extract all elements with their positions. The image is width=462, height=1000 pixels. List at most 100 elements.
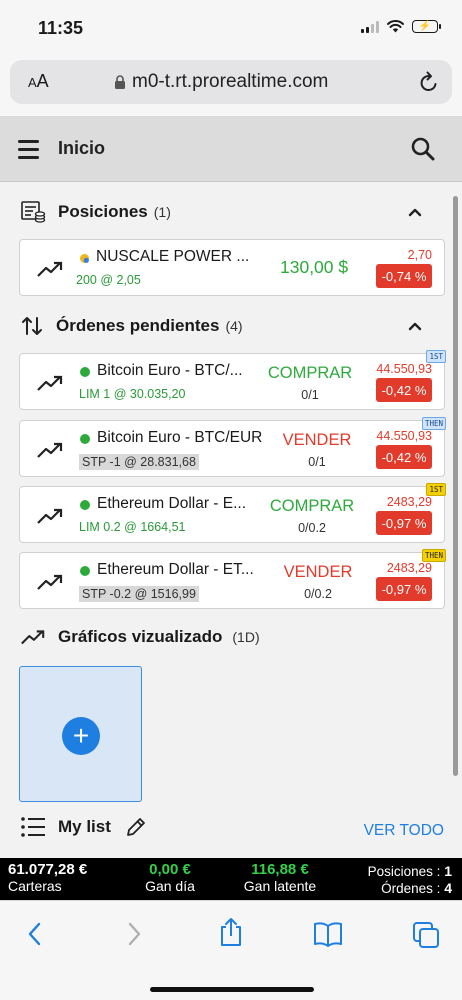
order-name: Ethereum Dollar - ET... (97, 561, 254, 578)
browser-toolbar (0, 900, 462, 1000)
order-action: COMPRAR (269, 497, 355, 515)
order-tag: THEN (421, 549, 446, 562)
trend-up-icon (37, 574, 63, 590)
order-price: 2483,29 (386, 495, 432, 509)
positions-count: (1) (153, 204, 171, 220)
charts-header[interactable]: Gráficos vizualizado (1D) (20, 622, 260, 652)
status-dot (80, 500, 90, 510)
list-icon (21, 817, 45, 837)
url-bar[interactable]: AA m0-t.rt.prorealtime.com (10, 60, 452, 104)
position-price: 2,70 (407, 248, 432, 262)
stock-dot-icon (80, 254, 89, 263)
position-name: NUSCALE POWER ... (96, 248, 250, 265)
battery-icon: ⚡ (412, 20, 441, 33)
summary-carteras[interactable]: 61.077,28 € Carteras (8, 862, 87, 895)
mylist-title: My list (58, 817, 111, 836)
trend-up-icon (21, 630, 45, 645)
forward-icon[interactable] (124, 921, 144, 947)
url-field[interactable]: m0-t.rt.prorealtime.com (114, 71, 328, 93)
order-detail: LIM 0.2 @ 1664,51 (79, 520, 186, 534)
order-action: VENDER (283, 563, 353, 581)
orders-title: Órdenes pendientes (56, 316, 220, 335)
order-tag: 1ST (426, 350, 446, 363)
order-qty: 0/1 (301, 388, 319, 402)
tabs-icon[interactable] (412, 921, 440, 949)
menu-icon[interactable] (18, 140, 39, 164)
chevron-up-icon[interactable] (408, 321, 422, 331)
order-card[interactable]: Ethereum Dollar - ET... STP -0.2 @ 1516,… (19, 549, 446, 609)
order-action: COMPRAR (267, 364, 353, 382)
share-icon[interactable] (218, 917, 244, 947)
app-header: Inicio (0, 116, 462, 182)
order-name: Bitcoin Euro - BTC/EUR (97, 429, 263, 446)
add-chart-tile[interactable]: + (19, 666, 142, 802)
orders-count: (4) (225, 318, 243, 334)
order-action: VENDER (282, 431, 352, 449)
status-dot (80, 566, 90, 576)
status-bar: 11:35 ⚡ (0, 0, 462, 58)
back-icon[interactable] (25, 921, 45, 947)
position-change: -0,74 % (376, 264, 432, 288)
positions-header[interactable]: Posiciones (1) (20, 197, 171, 227)
main-content: Posiciones (1) NUSCALE POWER ... 200 @ 2… (0, 182, 462, 858)
order-change: -0,42 % (376, 445, 432, 469)
add-chart-button[interactable]: + (62, 717, 100, 755)
order-price: 2483,29 (386, 561, 432, 575)
sort-arrows-icon (22, 317, 42, 335)
order-tag: 1ST (426, 483, 446, 496)
trend-up-icon (37, 508, 63, 524)
positions-title: Posiciones (58, 202, 148, 221)
order-tag: THEN (421, 417, 446, 430)
order-name: Ethereum Dollar - E... (97, 495, 247, 512)
position-qty: 200 @ 2,05 (76, 273, 141, 287)
status-dot (80, 434, 90, 444)
order-qty: 0/0.2 (298, 521, 326, 535)
order-price: 44.550,93 (376, 429, 432, 443)
summary-counts[interactable]: Posiciones : 1 Órdenes : 4 (368, 863, 452, 897)
order-change: -0,42 % (376, 378, 432, 402)
mylist-header[interactable]: My list (20, 816, 147, 838)
order-card[interactable]: Ethereum Dollar - E... LIM 0.2 @ 1664,51… (19, 483, 446, 543)
order-qty: 0/1 (308, 455, 326, 469)
search-icon[interactable] (410, 136, 436, 162)
orders-header[interactable]: Órdenes pendientes (4) (20, 311, 243, 341)
signal-icon (361, 20, 379, 33)
position-value: 130,00 $ (280, 257, 349, 277)
text-size-button[interactable]: AA (28, 71, 49, 92)
trend-up-icon (37, 375, 63, 391)
account-summary: 61.077,28 € Carteras 0,00 € Gan día 116,88… (0, 858, 462, 900)
bookmarks-icon[interactable] (313, 921, 343, 947)
scrollbar[interactable] (453, 196, 458, 776)
order-name: Bitcoin Euro - BTC/... (97, 362, 243, 379)
lock-icon (115, 74, 125, 89)
order-change: -0,97 % (376, 511, 432, 535)
wifi-icon (387, 20, 404, 33)
order-detail: LIM 1 @ 30.035,20 (79, 387, 186, 401)
order-qty: 0/0.2 (304, 587, 332, 601)
charts-title: Gráficos vizualizado (58, 627, 223, 646)
status-icons: ⚡ (361, 20, 441, 33)
position-card[interactable]: NUSCALE POWER ... 200 @ 2,05 130,00 $ 2,… (19, 239, 445, 296)
trend-up-icon (37, 261, 63, 277)
charts-period: (1D) (232, 629, 260, 645)
portfolio-icon (21, 201, 46, 223)
status-dot (80, 367, 90, 377)
url-text: m0-t.rt.prorealtime.com (132, 71, 329, 92)
order-detail: STP -0.2 @ 1516,99 (79, 586, 199, 602)
summary-gan-dia[interactable]: 0,00 € Gan día (142, 862, 198, 895)
trend-up-icon (37, 442, 63, 458)
order-card[interactable]: Bitcoin Euro - BTC/EUR STP -1 @ 28.831,6… (19, 417, 446, 477)
order-detail: STP -1 @ 28.831,68 (79, 454, 199, 470)
page-title: Inicio (58, 138, 106, 158)
reload-icon[interactable] (418, 70, 440, 94)
status-time: 11:35 (38, 18, 84, 38)
summary-gan-latente[interactable]: 116,88 € Gan latente (238, 862, 322, 895)
order-card[interactable]: Bitcoin Euro - BTC/... LIM 1 @ 30.035,20… (19, 350, 446, 410)
order-change: -0,97 % (376, 577, 432, 601)
view-all-link[interactable]: VER TODO (364, 822, 444, 840)
home-indicator (150, 987, 314, 992)
pencil-icon[interactable] (125, 816, 147, 838)
url-bar-container: AA m0-t.rt.prorealtime.com (0, 58, 462, 116)
order-price: 44.550,93 (376, 362, 432, 376)
chevron-up-icon[interactable] (408, 207, 422, 217)
